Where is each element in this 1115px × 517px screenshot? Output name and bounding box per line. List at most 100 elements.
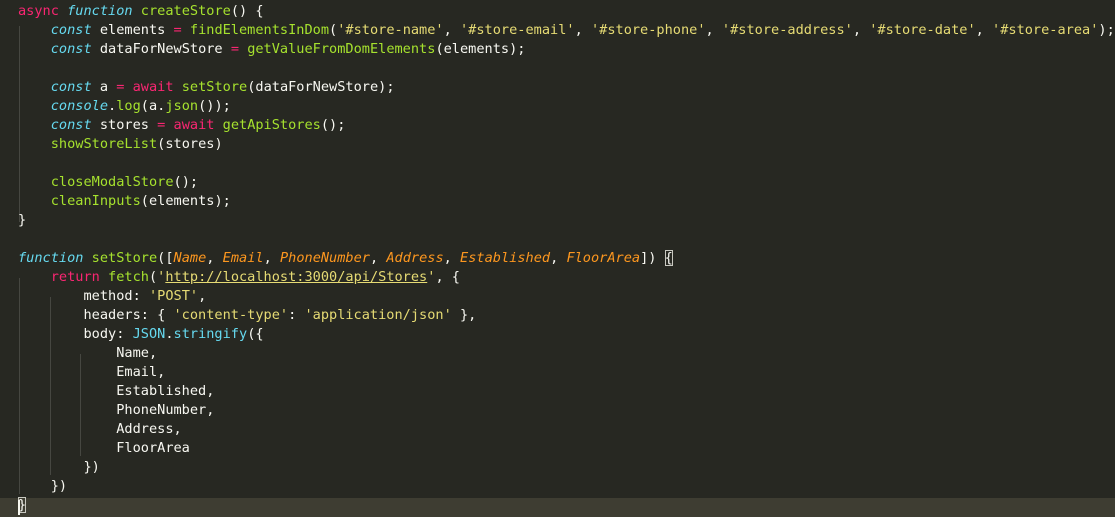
code-token: ( (148, 269, 158, 285)
text-cursor (18, 500, 20, 515)
code-token: () { (230, 3, 264, 19)
code-token: body: (18, 326, 133, 342)
code-line[interactable]: const dataForNewStore = getValueFromDomE… (18, 40, 526, 59)
code-token: , { (435, 269, 460, 285)
code-line[interactable]: PhoneNumber, (18, 401, 214, 420)
code-token: (elements); (140, 193, 231, 209)
code-token: Established (460, 250, 551, 266)
code-line[interactable]: showStoreList(stores) (18, 135, 223, 154)
code-editor[interactable]: async function createStore() { const ele… (0, 0, 1115, 517)
code-token: '#store-address' (721, 22, 853, 38)
code-token: Established, (18, 383, 215, 399)
code-token: (stores) (157, 136, 223, 152)
code-token: dataForNewStore (91, 41, 231, 57)
code-token: . (165, 326, 174, 342)
code-token: , (705, 22, 722, 38)
code-line[interactable]: headers: { 'content-type': 'application/… (18, 306, 476, 325)
code-token: '#store-area' (992, 22, 1099, 38)
code-line[interactable]: FloorArea (18, 439, 190, 458)
code-token: PhoneNumber (279, 250, 370, 266)
code-token: PhoneNumber, (18, 402, 215, 418)
code-line[interactable]: closeModalStore(); (18, 173, 198, 192)
code-token: , (852, 22, 870, 38)
code-token: (dataForNewStore); (247, 79, 395, 95)
code-line[interactable]: return fetch('http://localhost:3000/api/… (18, 268, 460, 287)
code-token: . (108, 98, 117, 114)
code-token: ]) (640, 250, 665, 266)
code-token: , (550, 250, 567, 266)
code-line[interactable]: async function createStore() { (18, 2, 264, 21)
code-token: ()); (198, 98, 231, 114)
code-token: '#store-phone' (590, 22, 706, 38)
code-token: headers: { (18, 307, 174, 323)
code-token: method: (18, 288, 149, 304)
code-token: '#store-date' (869, 22, 976, 38)
code-token: json (165, 98, 199, 114)
code-token: stringify (173, 326, 248, 342)
code-token: (); (320, 117, 346, 133)
code-line[interactable]: Address, (18, 420, 181, 439)
code-token: await (173, 117, 215, 133)
code-token: , (198, 288, 207, 304)
current-line-highlight (0, 498, 1115, 517)
code-line[interactable]: cleanInputs(elements); (18, 192, 231, 211)
code-token: closeModalStore (50, 174, 174, 190)
code-token: ); (1098, 22, 1115, 38)
code-token: , (369, 250, 387, 266)
code-line[interactable]: Email, (18, 363, 165, 382)
code-token: function (18, 250, 84, 266)
code-token: = (173, 22, 182, 38)
code-token: showStoreList (50, 136, 158, 152)
code-token: const (50, 41, 92, 57)
code-token: findElementsInDom (189, 22, 330, 38)
code-token: async (18, 3, 59, 19)
code-line[interactable]: Established, (18, 382, 214, 401)
code-token: getApiStores (222, 117, 321, 133)
code-line[interactable]: body: JSON.stringify({ (18, 325, 264, 344)
code-line[interactable]: console.log(a.json()); (18, 97, 231, 116)
code-token: setStore (91, 250, 158, 266)
code-token: cleanInputs (50, 193, 141, 209)
code-line[interactable]: } (18, 211, 26, 230)
code-line[interactable]: }) (18, 458, 100, 477)
code-token: ({ (247, 326, 264, 342)
code-token: (a. (140, 98, 166, 114)
code-token: JSON (132, 326, 166, 342)
code-token: ([ (157, 250, 174, 266)
code-line[interactable]: method: 'POST', (18, 287, 206, 306)
code-token: Email (222, 250, 264, 266)
code-line[interactable]: function setStore([Name, Email, PhoneNum… (18, 249, 673, 268)
code-token: , (443, 250, 461, 266)
code-token: Email, (18, 364, 166, 380)
code-token: Name (173, 250, 207, 266)
code-token: http://localhost:3000/api/Stores (165, 269, 428, 285)
code-token: , (574, 22, 591, 38)
code-token: }, (451, 307, 477, 323)
code-token: = (230, 41, 239, 57)
code-token: '#store-email' (460, 22, 575, 38)
code-token: a (91, 79, 117, 95)
code-token: (elements); (435, 41, 526, 57)
code-line[interactable]: Name, (18, 344, 157, 363)
code-token: , (263, 250, 280, 266)
code-token: }) (18, 459, 100, 475)
code-line[interactable]: }) (18, 477, 67, 496)
code-line[interactable]: const a = await setStore(dataForNewStore… (18, 78, 395, 97)
code-token: await (132, 79, 174, 95)
code-line[interactable]: const elements = findElementsInDom('#sto… (18, 21, 1115, 40)
code-token: const (50, 79, 92, 95)
code-line[interactable]: const stores = await getApiStores(); (18, 116, 346, 135)
code-token: FloorArea (566, 250, 641, 266)
